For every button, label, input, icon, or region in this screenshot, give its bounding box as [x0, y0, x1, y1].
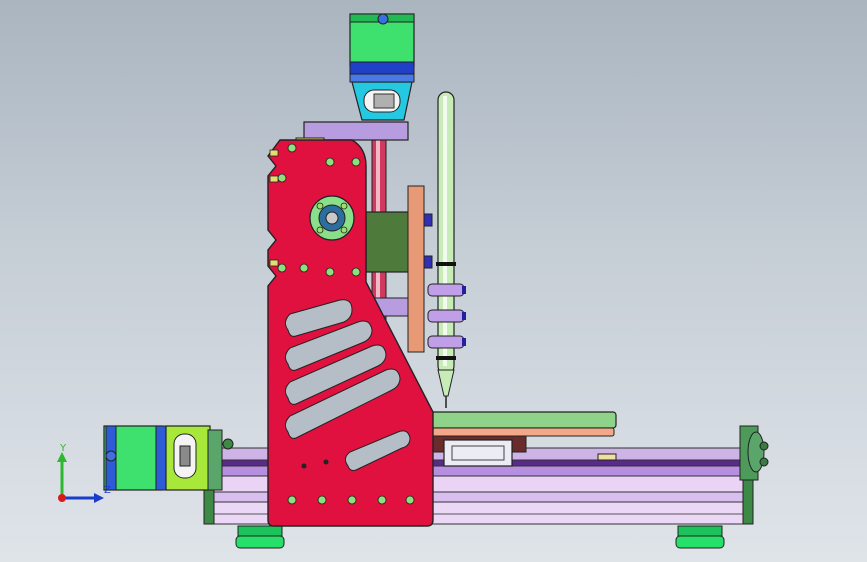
spindle-motor[interactable] [349, 13, 415, 83]
pen-holder[interactable] [427, 283, 466, 349]
motor-mount [295, 81, 413, 147]
end-bracket [739, 425, 769, 481]
y-axis-motor[interactable] [103, 425, 234, 491]
pen [436, 91, 456, 408]
coordinate-triad[interactable]: Y Z [40, 438, 120, 510]
z-axis-label: Z [104, 485, 111, 496]
cnc-plotter-model[interactable] [0, 0, 867, 562]
cad-viewport[interactable]: Y Z [0, 0, 867, 562]
y-axis-label: Y [60, 443, 67, 454]
feet [235, 525, 725, 549]
triad-arrows [57, 452, 104, 503]
